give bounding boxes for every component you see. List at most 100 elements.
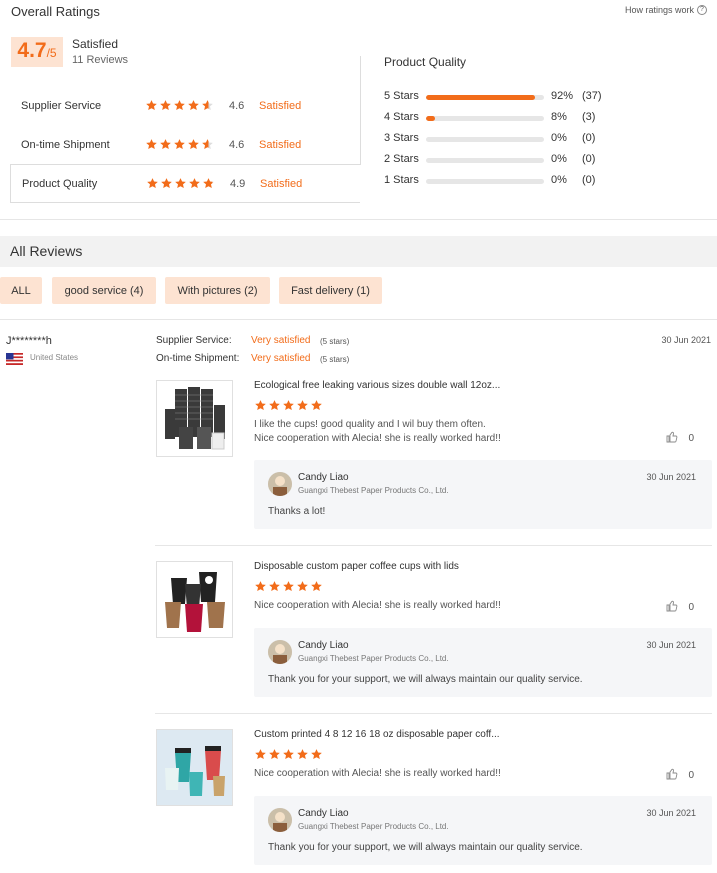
section-divider — [0, 319, 717, 320]
rating-bar-percent: 0% — [551, 174, 567, 186]
item-divider — [155, 545, 712, 546]
product-quality-title: Product Quality — [384, 55, 467, 69]
review-item: Custom printed 4 8 12 16 18 oz disposabl… — [155, 729, 712, 869]
like-count: 0 — [688, 433, 694, 444]
review-text: Nice cooperation with Alecia! she is rea… — [254, 433, 501, 444]
like-button[interactable]: 0 — [666, 768, 694, 783]
rating-bar-row: 4 Stars 8% (3) — [384, 111, 714, 125]
section-divider — [0, 219, 717, 220]
reply-author: Candy Liao — [298, 472, 349, 483]
category-row-supplier-service[interactable]: Supplier Service 4.6 Satisfied — [10, 86, 360, 125]
reply-author: Candy Liao — [298, 640, 349, 651]
product-thumbnail[interactable] — [156, 561, 233, 638]
star-icon — [282, 399, 295, 412]
star-icon — [296, 399, 309, 412]
rating-bar-percent: 0% — [551, 153, 567, 165]
category-score: 4.6 — [229, 138, 245, 151]
item-divider — [155, 713, 712, 714]
supplier-service-label: Supplier Service: — [156, 335, 232, 346]
rating-bar-percent: 8% — [551, 111, 567, 123]
on-time-shipment-label: On-time Shipment: — [156, 353, 240, 364]
rating-bar-label: 5 Stars — [384, 90, 419, 102]
supplier-service-stars: (5 stars) — [320, 337, 350, 346]
star-icon — [187, 99, 200, 112]
like-count: 0 — [688, 770, 694, 781]
star-icon — [160, 177, 173, 190]
star-icon — [146, 177, 159, 190]
us-flag-icon — [6, 353, 23, 365]
star-icon — [310, 399, 323, 412]
filter-chip-good-service[interactable]: good service (4) — [52, 277, 156, 304]
overall-score-badge: 4.7 /5 — [11, 37, 63, 67]
star-icon — [187, 138, 200, 151]
like-button[interactable]: 0 — [666, 431, 694, 446]
category-row-on-time-shipment[interactable]: On-time Shipment 4.6 Satisfied — [10, 125, 360, 164]
category-status: Satisfied — [260, 177, 303, 190]
like-button[interactable]: 0 — [666, 600, 694, 615]
reply-company: Guangxi Thebest Paper Products Co., Ltd. — [298, 486, 449, 495]
category-label: Product Quality — [22, 177, 98, 190]
filter-chip-all[interactable]: ALL — [0, 277, 42, 304]
review-text: Nice cooperation with Alecia! she is rea… — [254, 600, 501, 611]
star-icon — [201, 138, 214, 151]
star-icon — [159, 99, 172, 112]
filter-chip-fast-delivery[interactable]: Fast delivery (1) — [279, 277, 382, 304]
rating-bar-label: 4 Stars — [384, 111, 419, 123]
avatar — [268, 640, 292, 664]
star-icon — [174, 177, 187, 190]
reviewer-country: United States — [30, 353, 79, 362]
category-label: On-time Shipment — [21, 138, 110, 151]
reply-author: Candy Liao — [298, 808, 349, 819]
star-icon — [268, 580, 281, 593]
product-stars — [254, 748, 323, 761]
overall-ratings-title: Overall Ratings — [11, 4, 100, 19]
supplier-service-value: Very satisfied — [251, 335, 311, 346]
star-icon — [296, 748, 309, 761]
star-icon — [173, 99, 186, 112]
overall-score: 4.7 — [17, 39, 47, 62]
on-time-shipment-stars: (5 stars) — [320, 355, 350, 364]
help-icon: ? — [697, 5, 707, 15]
product-thumbnail[interactable] — [156, 729, 233, 806]
how-ratings-work-label: How ratings work — [624, 5, 694, 15]
review-item: Disposable custom paper coffee cups with… — [155, 561, 712, 714]
category-row-product-quality[interactable]: Product Quality 4.9 Satisfied — [10, 164, 360, 203]
on-time-shipment-value: Very satisfied — [251, 353, 311, 364]
star-icon — [159, 138, 172, 151]
category-status: Satisfied — [259, 138, 302, 151]
like-count: 0 — [688, 602, 694, 613]
rating-bar-percent: 92% — [551, 90, 574, 102]
rating-bar-fill — [426, 116, 436, 121]
reply-text: Thank you for your support, we will alwa… — [268, 674, 583, 685]
star-icon — [145, 99, 158, 112]
supplier-reply: Candy Liao Guangxi Thebest Paper Product… — [254, 460, 712, 529]
thumbs-up-icon — [666, 768, 678, 783]
product-stars — [254, 399, 323, 412]
supplier-reply: Candy Liao Guangxi Thebest Paper Product… — [254, 796, 712, 865]
reply-company: Guangxi Thebest Paper Products Co., Ltd. — [298, 822, 449, 831]
star-icon — [282, 580, 295, 593]
how-ratings-work-link[interactable]: How ratings work ? — [625, 5, 707, 15]
rating-bar-label: 1 Stars — [384, 174, 419, 186]
rating-bar-count: (0) — [582, 153, 596, 165]
category-stars — [145, 138, 214, 151]
star-icon — [202, 177, 215, 190]
all-reviews-title: All Reviews — [10, 243, 83, 259]
product-title-link[interactable]: Disposable custom paper coffee cups with… — [254, 561, 459, 572]
filter-chip-with-pictures[interactable]: With pictures (2) — [165, 277, 270, 304]
reply-company: Guangxi Thebest Paper Products Co., Ltd. — [298, 654, 449, 663]
reply-date: 30 Jun 2021 — [646, 640, 696, 650]
rating-bar-row: 1 Stars 0% (0) — [384, 174, 714, 188]
product-title-link[interactable]: Ecological free leaking various sizes do… — [254, 380, 500, 391]
product-title-link[interactable]: Custom printed 4 8 12 16 18 oz disposabl… — [254, 729, 500, 740]
category-stars — [146, 177, 215, 190]
star-icon — [310, 580, 323, 593]
product-thumbnail[interactable] — [156, 380, 233, 457]
star-icon — [173, 138, 186, 151]
avatar — [268, 472, 292, 496]
thumbs-up-icon — [666, 600, 678, 615]
star-icon — [282, 748, 295, 761]
reply-date: 30 Jun 2021 — [646, 472, 696, 482]
overall-status: Satisfied — [72, 37, 119, 51]
reply-date: 30 Jun 2021 — [646, 808, 696, 818]
